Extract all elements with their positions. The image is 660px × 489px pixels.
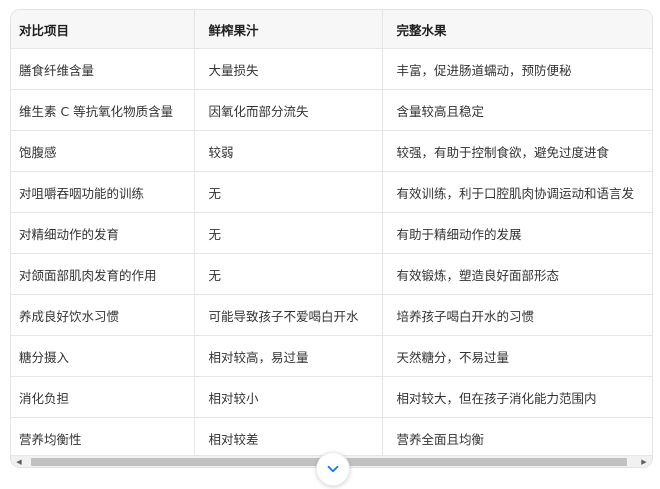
table-viewport: 对比项目 鲜榨果汁 完整水果 膳食纤维含量 大量损失 丰富，促进肠道蠕动，预防便… bbox=[11, 10, 652, 455]
comparison-table: 对比项目 鲜榨果汁 完整水果 膳食纤维含量 大量损失 丰富，促进肠道蠕动，预防便… bbox=[11, 10, 652, 455]
comparison-table-container: 对比项目 鲜榨果汁 完整水果 膳食纤维含量 大量损失 丰富，促进肠道蠕动，预防便… bbox=[10, 9, 653, 468]
table-cell: 对精细动作的发育 bbox=[11, 212, 195, 254]
table-cell: 糖分摄入 bbox=[11, 335, 195, 377]
table-row: 饱腹感 较弱 较强，有助于控制食欲，避免过度进食 bbox=[11, 130, 652, 172]
table-cell: 丰富，促进肠道蠕动，预防便秘 bbox=[382, 48, 652, 90]
table-cell: 有效锻炼，塑造良好面部形态 bbox=[382, 253, 652, 295]
table-cell: 相对较小 bbox=[194, 376, 383, 418]
table-cell: 因氧化而部分流失 bbox=[194, 89, 383, 131]
table-cell: 无 bbox=[194, 253, 383, 295]
chevron-down-icon bbox=[327, 465, 339, 473]
table-cell: 对咀嚼吞咽功能的训练 bbox=[11, 171, 195, 213]
table-cell: 饱腹感 bbox=[11, 130, 195, 172]
table-cell: 相对较差 bbox=[194, 417, 383, 455]
table-cell: 含量较高且稳定 bbox=[382, 89, 652, 131]
scroll-right-icon[interactable]: ▶ bbox=[638, 456, 650, 467]
table-cell: 消化负担 bbox=[11, 376, 195, 418]
table-cell: 较弱 bbox=[194, 130, 383, 172]
header-cell: 鲜榨果汁 bbox=[194, 10, 383, 49]
expand-button[interactable] bbox=[316, 452, 350, 486]
table-cell: 可能导致孩子不爱喝白开水 bbox=[194, 294, 383, 336]
table-row: 消化负担 相对较小 相对较大，但在孩子消化能力范围内 bbox=[11, 376, 652, 418]
table-cell: 相对较高，易过量 bbox=[194, 335, 383, 377]
table-row: 对精细动作的发育 无 有助于精细动作的发展 bbox=[11, 212, 652, 254]
table-cell: 有效训练，利于口腔肌肉协调运动和语言发 bbox=[382, 171, 652, 213]
table-row: 养成良好饮水习惯 可能导致孩子不爱喝白开水 培养孩子喝白开水的习惯 bbox=[11, 294, 652, 336]
table-cell: 天然糖分，不易过量 bbox=[382, 335, 652, 377]
table-row: 对咀嚼吞咽功能的训练 无 有效训练，利于口腔肌肉协调运动和语言发 bbox=[11, 171, 652, 213]
table-row: 糖分摄入 相对较高，易过量 天然糖分，不易过量 bbox=[11, 335, 652, 377]
scroll-left-icon[interactable]: ◀ bbox=[13, 456, 25, 467]
table-cell: 对颌面部肌肉发育的作用 bbox=[11, 253, 195, 295]
table-cell: 养成良好饮水习惯 bbox=[11, 294, 195, 336]
table-row: 维生素 C 等抗氧化物质含量 因氧化而部分流失 含量较高且稳定 bbox=[11, 89, 652, 131]
table-cell: 膳食纤维含量 bbox=[11, 48, 195, 90]
table-row: 营养均衡性 相对较差 营养全面且均衡 bbox=[11, 417, 652, 455]
table-cell: 有助于精细动作的发展 bbox=[382, 212, 652, 254]
table-cell: 较强，有助于控制食欲，避免过度进食 bbox=[382, 130, 652, 172]
table-cell: 维生素 C 等抗氧化物质含量 bbox=[11, 89, 195, 131]
table-cell: 营养全面且均衡 bbox=[382, 417, 652, 455]
header-cell: 完整水果 bbox=[382, 10, 652, 49]
table-cell: 无 bbox=[194, 171, 383, 213]
table-row: 对颌面部肌肉发育的作用 无 有效锻炼，塑造良好面部形态 bbox=[11, 253, 652, 295]
table-cell: 相对较大，但在孩子消化能力范围内 bbox=[382, 376, 652, 418]
table-row: 膳食纤维含量 大量损失 丰富，促进肠道蠕动，预防便秘 bbox=[11, 48, 652, 90]
table-cell: 培养孩子喝白开水的习惯 bbox=[382, 294, 652, 336]
table-cell: 营养均衡性 bbox=[11, 417, 195, 455]
table-cell: 无 bbox=[194, 212, 383, 254]
header-cell: 对比项目 bbox=[11, 10, 195, 49]
table-cell: 大量损失 bbox=[194, 48, 383, 90]
table-header-row: 对比项目 鲜榨果汁 完整水果 bbox=[11, 10, 652, 49]
